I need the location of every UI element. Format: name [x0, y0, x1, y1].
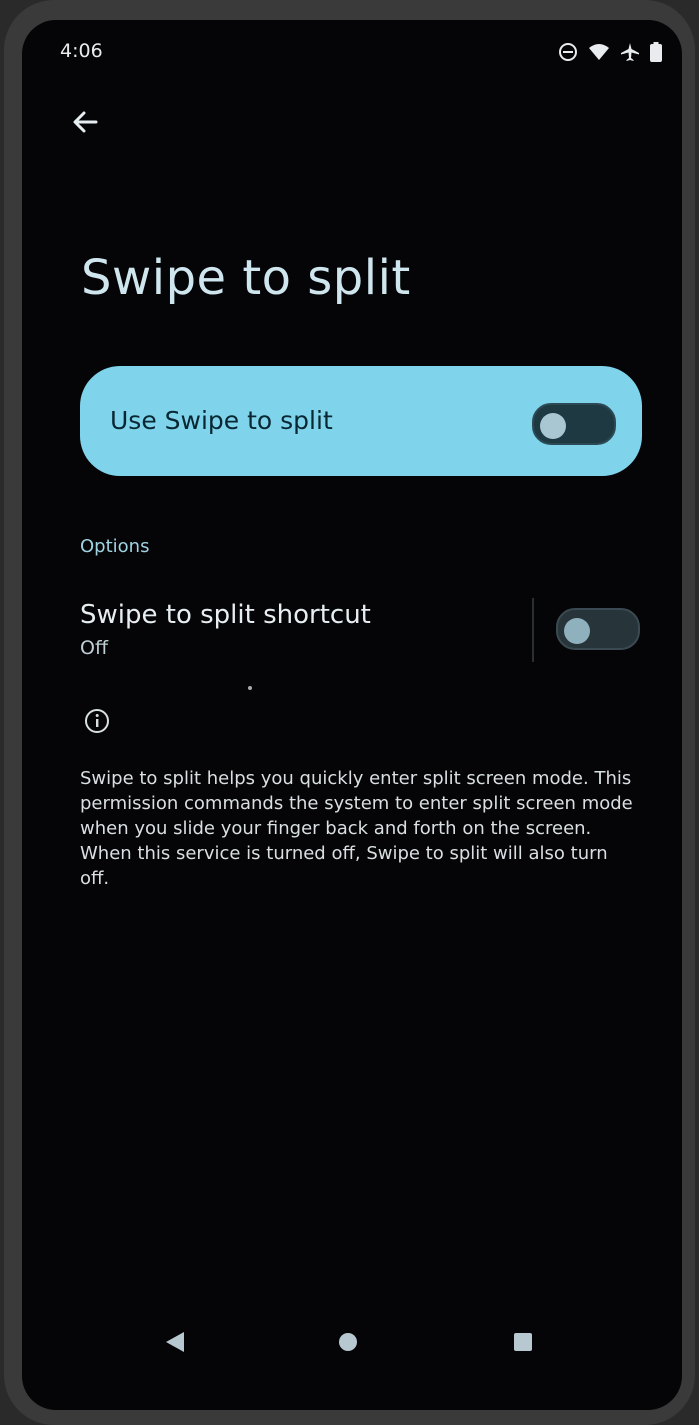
back-button[interactable]: [66, 102, 106, 142]
recents-square-icon: [514, 1333, 532, 1351]
status-bar: 4:06: [60, 40, 662, 66]
swipe-shortcut-toggle[interactable]: [556, 608, 640, 650]
nav-recents-button[interactable]: [503, 1322, 543, 1362]
toggle-knob: [564, 618, 590, 644]
info-description: Swipe to split helps you quickly enter s…: [80, 768, 633, 889]
swipe-shortcut-row[interactable]: Swipe to split shortcut Off: [62, 590, 662, 670]
options-section-header: Options: [80, 536, 150, 557]
do-not-disturb-icon: [559, 43, 577, 61]
navigation-bar: [22, 1322, 682, 1370]
nav-home-button[interactable]: [328, 1322, 368, 1362]
decorative-dot: [248, 686, 252, 690]
info-icon: [84, 708, 110, 734]
use-swipe-to-split-toggle[interactable]: [532, 403, 616, 445]
use-swipe-to-split-label: Use Swipe to split: [110, 406, 333, 435]
swipe-shortcut-status: Off: [80, 637, 109, 659]
back-triangle-icon: [166, 1332, 184, 1352]
use-swipe-to-split-card[interactable]: Use Swipe to split: [80, 366, 642, 476]
wifi-icon: [589, 44, 609, 60]
page-title: Swipe to split: [81, 250, 411, 306]
swipe-shortcut-title: Swipe to split shortcut: [80, 600, 371, 630]
nav-back-button[interactable]: [155, 1322, 195, 1362]
screen: 4:06 Swipe to split Use Swipe to split O…: [22, 20, 682, 1410]
home-circle-icon: [339, 1333, 357, 1351]
toggle-knob: [540, 413, 566, 439]
arrow-left-icon: [73, 111, 98, 133]
airplane-icon: [621, 43, 639, 61]
status-icons: [558, 42, 662, 62]
battery-icon: [650, 42, 662, 62]
phone-frame: 4:06 Swipe to split Use Swipe to split O…: [4, 0, 695, 1425]
status-time: 4:06: [60, 40, 103, 62]
row-divider: [532, 598, 534, 662]
